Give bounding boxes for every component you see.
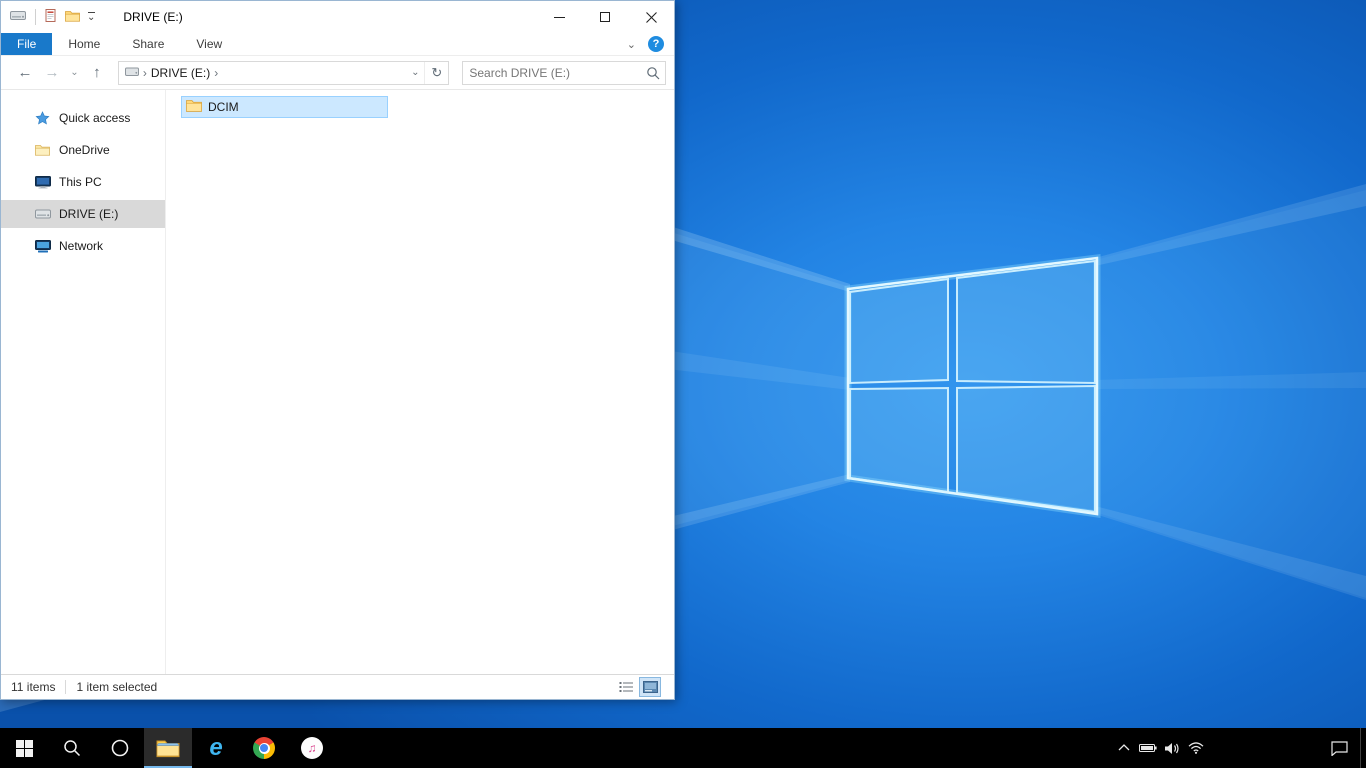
- properties-icon[interactable]: [45, 9, 58, 25]
- minimize-button[interactable]: [536, 1, 582, 33]
- titlebar: ⌄ DRIVE (E:): [1, 1, 674, 33]
- quick-access-toolbar: ⌄: [1, 9, 95, 25]
- folder-icon: [186, 99, 202, 115]
- breadcrumb-chevron-icon[interactable]: ›: [143, 66, 147, 80]
- up-button[interactable]: ↑: [85, 61, 109, 85]
- back-button[interactable]: ←: [13, 61, 37, 85]
- navigation-pane: Quick access OneDrive This PC DRIVE (E:): [1, 90, 166, 674]
- network-wifi-icon[interactable]: [1184, 728, 1208, 768]
- search-input[interactable]: [463, 61, 642, 84]
- window-drive-icon: [10, 10, 26, 24]
- system-tray: [1112, 728, 1366, 768]
- folder-label: DCIM: [208, 100, 239, 114]
- tab-share[interactable]: Share: [116, 33, 180, 55]
- window-title: DRIVE (E:): [123, 10, 183, 24]
- maximize-button[interactable]: [582, 1, 628, 33]
- onedrive-icon: [34, 144, 51, 156]
- search-icon[interactable]: [641, 66, 665, 80]
- window-controls: [536, 1, 674, 33]
- quick-access-star-icon: [34, 110, 51, 126]
- item-count: 11 items: [11, 680, 56, 694]
- sidebar-item-quick-access[interactable]: Quick access: [1, 104, 165, 132]
- tab-home[interactable]: Home: [52, 33, 116, 55]
- taskbar: e ♫: [0, 728, 1366, 768]
- chrome-icon[interactable]: [240, 728, 288, 768]
- start-button[interactable]: [0, 728, 48, 768]
- this-pc-monitor-icon: [34, 175, 51, 189]
- action-center-icon[interactable]: [1318, 728, 1360, 768]
- navigation-bar: ← → ⌄ ↑ › DRIVE (E:) › ⌄ ↻: [1, 56, 674, 90]
- taskbar-file-explorer-icon[interactable]: [144, 728, 192, 768]
- file-list[interactable]: DCIM: [166, 90, 674, 674]
- refresh-icon[interactable]: ↻: [424, 61, 448, 84]
- taskbar-search-icon[interactable]: [48, 728, 96, 768]
- recent-locations-chevron-icon[interactable]: ⌄: [67, 61, 82, 85]
- qat-separator: [35, 9, 36, 25]
- folder-item-dcim[interactable]: DCIM: [181, 96, 388, 118]
- large-icons-view-icon[interactable]: [639, 677, 661, 697]
- cortana-icon[interactable]: [96, 728, 144, 768]
- breadcrumb-root[interactable]: DRIVE (E:): [151, 66, 210, 80]
- drive-icon: [34, 209, 51, 219]
- new-folder-icon[interactable]: [65, 10, 80, 25]
- volume-icon[interactable]: [1160, 728, 1184, 768]
- ribbon-tab-strip: File Home Share View ⌄ ?: [1, 33, 674, 56]
- tab-view[interactable]: View: [180, 33, 238, 55]
- sidebar-item-drive-e[interactable]: DRIVE (E:): [1, 200, 165, 228]
- expand-ribbon-chevron-icon[interactable]: ⌄: [627, 38, 636, 51]
- network-icon: [34, 239, 51, 253]
- itunes-icon[interactable]: ♫: [288, 728, 336, 768]
- details-view-icon[interactable]: [616, 678, 636, 696]
- close-button[interactable]: [628, 1, 674, 33]
- internet-explorer-icon[interactable]: e: [192, 728, 240, 768]
- file-explorer-window: ⌄ DRIVE (E:) File Home Share View ⌄ ? ←: [0, 0, 675, 700]
- selection-count: 1 item selected: [76, 680, 158, 694]
- hidden-icons-chevron-icon[interactable]: [1112, 728, 1136, 768]
- address-bar[interactable]: › DRIVE (E:) › ⌄ ↻: [117, 60, 450, 85]
- sidebar-item-onedrive[interactable]: OneDrive: [1, 136, 165, 164]
- address-drive-icon: [124, 66, 139, 80]
- address-dropdown-chevron-icon[interactable]: ⌄: [406, 62, 424, 84]
- tab-file[interactable]: File: [1, 33, 53, 55]
- breadcrumb-chevron-icon[interactable]: ›: [214, 66, 218, 80]
- forward-button[interactable]: →: [40, 61, 64, 85]
- help-icon[interactable]: ?: [648, 36, 664, 52]
- customize-qat-chevron-icon[interactable]: ⌄: [87, 12, 95, 23]
- status-bar: 11 items 1 item selected: [1, 674, 674, 699]
- status-separator: [65, 680, 67, 694]
- battery-icon[interactable]: [1136, 728, 1160, 768]
- search-box: [462, 60, 667, 85]
- sidebar-item-network[interactable]: Network: [1, 232, 165, 260]
- sidebar-item-this-pc[interactable]: This PC: [1, 168, 165, 196]
- show-desktop-button[interactable]: [1360, 728, 1366, 768]
